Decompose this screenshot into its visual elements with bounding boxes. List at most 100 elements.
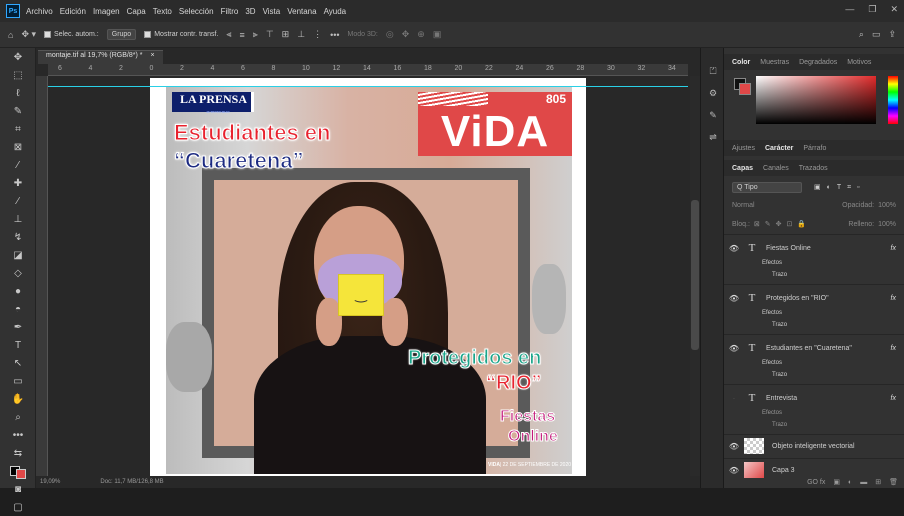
layer-name[interactable]: Objeto inteligente vectorial: [772, 443, 855, 450]
eraser-tool-icon[interactable]: ◪: [0, 246, 36, 264]
eye-icon-hidden[interactable]: ·: [724, 394, 744, 403]
menu-edicion[interactable]: Edición: [60, 7, 86, 16]
new-adjustment-icon[interactable]: ◐: [848, 479, 852, 486]
hand-tool-icon[interactable]: ✋: [0, 390, 36, 408]
minimize-icon[interactable]: —: [845, 4, 854, 15]
eye-icon[interactable]: 👁: [724, 244, 744, 253]
tab-parrafo[interactable]: Párrafo: [803, 145, 826, 152]
layer-name[interactable]: Entrevista: [766, 395, 797, 402]
delete-layer-icon[interactable]: 🗑: [889, 478, 898, 486]
menu-3d[interactable]: 3D: [245, 7, 255, 16]
tab-capas[interactable]: Capas: [732, 165, 753, 172]
history-panel-icon[interactable]: ⏍: [701, 60, 725, 82]
eyedropper-tool-icon[interactable]: ⁄: [0, 156, 36, 174]
menu-imagen[interactable]: Imagen: [93, 7, 120, 16]
tab-color[interactable]: Color: [732, 59, 750, 66]
layer-row[interactable]: 👁 T Protegidos en "RIO" fx: [724, 292, 904, 304]
add-mask-icon[interactable]: ▣: [833, 478, 840, 486]
eye-icon[interactable]: 👁: [724, 344, 744, 353]
fx-icon[interactable]: fx: [891, 345, 896, 352]
eye-icon[interactable]: 👁: [724, 466, 744, 475]
layer-kind-filter[interactable]: Q Tipo: [732, 182, 802, 193]
share-icon[interactable]: ⇪: [888, 29, 896, 40]
layer-stroke[interactable]: Trazo: [772, 272, 787, 278]
layer-row[interactable]: 👁 T Fiestas Online fx: [724, 242, 904, 254]
align-bottom-icon[interactable]: ⊥: [297, 29, 305, 40]
marquee-tool-icon[interactable]: ⬚: [0, 66, 36, 84]
new-group-icon[interactable]: ▬: [860, 479, 867, 486]
gradient-tool-icon[interactable]: ◇: [0, 264, 36, 282]
more-tools-icon[interactable]: •••: [0, 426, 36, 444]
close-tab-icon[interactable]: ×: [150, 52, 154, 59]
menu-archivo[interactable]: Archivo: [26, 7, 53, 16]
fx-icon[interactable]: fx: [891, 395, 896, 402]
layer-name[interactable]: Protegidos en "RIO": [766, 295, 829, 302]
zoom-level[interactable]: 19,09%: [40, 479, 60, 485]
layer-name[interactable]: Estudiantes en "Cuaretena": [766, 345, 852, 352]
layer-effects[interactable]: Efectos: [762, 260, 782, 266]
healing-tool-icon[interactable]: ✚: [0, 174, 36, 192]
background-color[interactable]: [739, 83, 751, 95]
opacity-value[interactable]: 100%: [878, 202, 896, 209]
swap-colors-icon[interactable]: ⇆: [0, 444, 36, 462]
eye-icon[interactable]: 👁: [724, 442, 744, 451]
stamp-tool-icon[interactable]: ⊥: [0, 210, 36, 228]
layer-name[interactable]: Fiestas Online: [766, 245, 811, 252]
quick-select-tool-icon[interactable]: ✎: [0, 102, 36, 120]
workspace-icon[interactable]: ▭: [872, 29, 881, 40]
tab-muestras[interactable]: Muestras: [760, 59, 789, 66]
fx-icon[interactable]: fx: [891, 245, 896, 252]
layer-stroke[interactable]: Trazo: [772, 322, 787, 328]
link-layers-icon[interactable]: GO fx: [807, 479, 825, 486]
menu-ayuda[interactable]: Ayuda: [324, 7, 347, 16]
menu-capa[interactable]: Capa: [127, 7, 146, 16]
tab-canales[interactable]: Canales: [763, 165, 789, 172]
close-icon[interactable]: ✕: [890, 4, 898, 15]
tab-motivos[interactable]: Motivos: [847, 59, 871, 66]
layer-effects[interactable]: Efectos: [762, 310, 782, 316]
tab-degradados[interactable]: Degradados: [799, 59, 837, 66]
blend-mode[interactable]: Normal: [732, 202, 755, 209]
new-layer-icon[interactable]: ⊞: [875, 478, 881, 486]
lock-icons[interactable]: ⊠✎✥⊡🔒: [754, 220, 811, 228]
home-icon[interactable]: ⌂: [8, 30, 13, 40]
path-select-tool-icon[interactable]: ↖: [0, 354, 36, 372]
group-select[interactable]: Grupo: [106, 29, 137, 40]
restore-icon[interactable]: ❐: [868, 4, 876, 15]
fill-value[interactable]: 100%: [878, 221, 896, 228]
color-swatches[interactable]: [0, 462, 36, 480]
quick-mask-icon[interactable]: ◙: [0, 480, 36, 498]
color-field[interactable]: [756, 76, 876, 124]
type-tool-icon[interactable]: T: [0, 336, 36, 354]
pen-tool-icon[interactable]: ✒: [0, 318, 36, 336]
layer-name[interactable]: Capa 3: [772, 467, 795, 474]
auto-select-option[interactable]: Selec. autom.:: [44, 31, 99, 38]
tab-caracter[interactable]: Carácter: [765, 145, 793, 152]
frame-tool-icon[interactable]: ⊠: [0, 138, 36, 156]
move-tool-icon[interactable]: ✥: [0, 48, 36, 66]
menu-ventana[interactable]: Ventana: [287, 7, 316, 16]
vertical-ruler[interactable]: [36, 76, 48, 476]
align-left-icon[interactable]: ⫷: [226, 29, 231, 40]
menu-texto[interactable]: Texto: [153, 7, 172, 16]
eye-icon[interactable]: 👁: [724, 294, 744, 303]
adjust-panel-icon[interactable]: ⇌: [701, 126, 725, 148]
menu-filtro[interactable]: Filtro: [221, 7, 239, 16]
zoom-tool-icon[interactable]: ⌕: [0, 408, 36, 426]
layer-row[interactable]: · T Entrevista fx: [724, 392, 904, 404]
align-right-icon[interactable]: ⫸: [253, 29, 258, 40]
orbit-3d-icon[interactable]: ◎: [386, 29, 394, 40]
blur-tool-icon[interactable]: ●: [0, 282, 36, 300]
menu-seleccion[interactable]: Selección: [179, 7, 214, 16]
layer-stroke[interactable]: Trazo: [772, 372, 787, 378]
screen-mode-icon[interactable]: ▢: [0, 498, 36, 516]
more-options-icon[interactable]: •••: [330, 30, 339, 40]
layer-effects[interactable]: Efectos: [762, 360, 782, 366]
layer-stroke[interactable]: Trazo: [772, 422, 787, 428]
lasso-tool-icon[interactable]: ℓ: [0, 84, 36, 102]
crop-tool-icon[interactable]: ⌗: [0, 120, 36, 138]
horizontal-ruler[interactable]: 6 4 2 0 2 4 6 8 10 12 14 16 18 20 22 24 26 28 30 32 34: [48, 64, 688, 76]
camera-3d-icon[interactable]: ▣: [433, 29, 442, 40]
history-brush-icon[interactable]: ↯: [0, 228, 36, 246]
scrollbar-thumb[interactable]: [691, 200, 699, 350]
